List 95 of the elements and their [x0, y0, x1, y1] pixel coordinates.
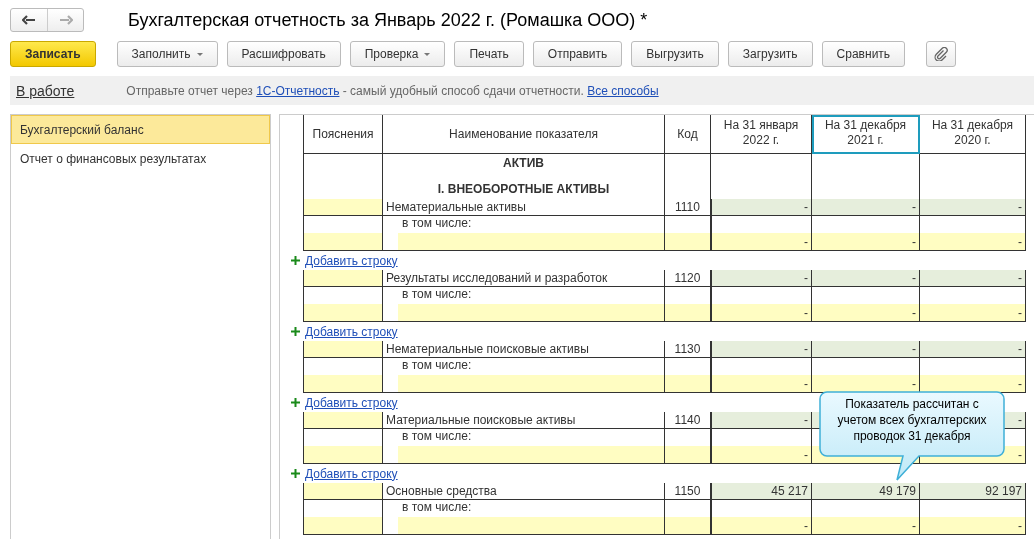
window-title: Бухгалтерская отчетность за Январь 2022 г. (Ромашка ООО) * [128, 9, 648, 31]
info-message: Отправьте отчет через 1С-Отчетность - самый удобный способ сдачи отчетности. Все способы [126, 83, 659, 98]
value-cell[interactable]: - [812, 199, 920, 216]
value-cell[interactable]: - [920, 270, 1026, 287]
plus-icon [291, 256, 300, 265]
status-link[interactable]: В работе [16, 82, 75, 99]
toolbar-button[interactable]: Сравнить [821, 41, 906, 67]
value-cell[interactable]: - [711, 341, 812, 358]
reporting-link[interactable]: 1С-Отчетность [256, 83, 340, 98]
add-row-link[interactable]: Добавить строку [305, 324, 398, 339]
add-row-link[interactable]: Добавить строку [305, 466, 398, 481]
input-field[interactable] [304, 270, 383, 287]
input-field[interactable] [665, 446, 710, 463]
column-header[interactable]: Пояснения [304, 115, 383, 154]
column-header[interactable]: На 31 января 2022 г. [711, 115, 812, 154]
value-cell[interactable]: - [712, 233, 811, 250]
table-cell-text: в том числе: [401, 500, 473, 516]
save-button[interactable]: Записать [10, 41, 96, 67]
sidebar-item[interactable]: Отчет о финансовых результатах [11, 144, 270, 173]
input-field[interactable] [398, 517, 664, 534]
plus-icon [291, 398, 300, 407]
column-header[interactable]: Наименование показателя [383, 115, 665, 154]
input-field[interactable] [398, 304, 664, 321]
column-header[interactable]: Код [665, 115, 711, 154]
table-cell-text: в том числе: [401, 358, 473, 374]
toolbar-button[interactable]: Загрузить [727, 41, 813, 67]
caret-icon [196, 52, 203, 56]
value-cell[interactable]: - [712, 304, 811, 321]
back-arrow-icon [22, 15, 36, 25]
input-field[interactable] [665, 375, 710, 392]
toolbar-button[interactable]: Отправить [532, 41, 623, 67]
value-cell[interactable]: - [812, 517, 919, 534]
input-field[interactable] [665, 517, 710, 534]
dropdown-button[interactable]: Заполнить [116, 41, 218, 67]
tooltip: Показатель рассчитан с учетом всех бухгалтерских проводок 31 декабря [819, 391, 1005, 481]
input-field[interactable] [304, 517, 382, 534]
input-field[interactable] [304, 412, 383, 429]
toolbar-button[interactable]: Выгрузить [631, 41, 719, 67]
value-cell[interactable]: - [812, 270, 920, 287]
value-cell[interactable]: - [920, 304, 1025, 321]
input-field[interactable] [398, 233, 664, 250]
value-cell[interactable]: - [812, 304, 919, 321]
value-cell[interactable]: - [712, 517, 811, 534]
input-field[interactable] [665, 233, 710, 250]
table-cell: Основные средства [383, 483, 665, 500]
value-cell[interactable]: - [920, 199, 1026, 216]
input-field[interactable] [304, 341, 383, 358]
table-cell: Нематериальные поисковые активы [383, 341, 665, 358]
value-cell[interactable]: - [711, 412, 812, 429]
input-field[interactable] [304, 375, 382, 392]
value-cell[interactable]: - [920, 341, 1026, 358]
value-cell[interactable]: - [712, 446, 811, 463]
section-heading: I. ВНЕОБОРОТНЫЕ АКТИВЫ [437, 182, 610, 196]
input-field[interactable] [665, 304, 710, 321]
value-cell[interactable]: 45 217 [711, 483, 812, 500]
table-cell-text: в том числе: [401, 216, 473, 232]
input-field[interactable] [304, 483, 383, 500]
input-field[interactable] [304, 233, 382, 250]
table-cell-text: в том числе: [401, 287, 473, 303]
input-field[interactable] [398, 375, 664, 392]
value-cell[interactable]: 92 197 [920, 483, 1026, 500]
forward-arrow-icon [58, 15, 73, 25]
plus-icon [291, 327, 300, 336]
value-cell[interactable]: - [812, 341, 920, 358]
input-field[interactable] [304, 446, 382, 463]
value-cell[interactable]: - [712, 375, 811, 392]
table-cell: Материальные поисковые активы [383, 412, 665, 429]
add-row-link[interactable]: Добавить строку [305, 253, 398, 268]
toolbar-button[interactable]: Расшифровать [226, 41, 341, 67]
input-field[interactable] [398, 446, 664, 463]
value-cell[interactable]: - [711, 270, 812, 287]
dropdown-button[interactable]: Проверка [349, 41, 446, 67]
value-cell[interactable]: - [812, 375, 919, 392]
table-cell: Результаты исследований и разработок [383, 270, 665, 287]
caret-icon [424, 52, 431, 56]
input-field[interactable] [304, 199, 383, 216]
input-field[interactable] [304, 304, 382, 321]
section-heading: АКТИВ [503, 156, 544, 170]
plus-icon [291, 469, 300, 478]
add-row-link[interactable]: Добавить строку [305, 395, 398, 410]
table-cell: Нематериальные активы [383, 199, 665, 216]
value-cell[interactable]: - [920, 517, 1025, 534]
all-methods-link[interactable]: Все способы [587, 83, 659, 98]
value-cell[interactable]: - [711, 199, 812, 216]
column-header[interactable]: На 31 декабря 2020 г. [920, 115, 1026, 154]
toolbar-button[interactable]: Печать [454, 41, 524, 67]
table-cell-text: в том числе: [401, 429, 473, 445]
value-cell[interactable]: - [920, 233, 1025, 250]
attach-button[interactable] [926, 41, 957, 67]
value-cell[interactable]: - [812, 233, 919, 250]
sidebar-item[interactable]: Бухгалтерский баланс [11, 115, 270, 144]
value-cell[interactable]: - [920, 375, 1025, 392]
paperclip-icon [934, 47, 949, 61]
column-header[interactable]: На 31 декабря 2021 г. [812, 115, 920, 154]
value-cell[interactable]: 49 179 [812, 483, 920, 500]
